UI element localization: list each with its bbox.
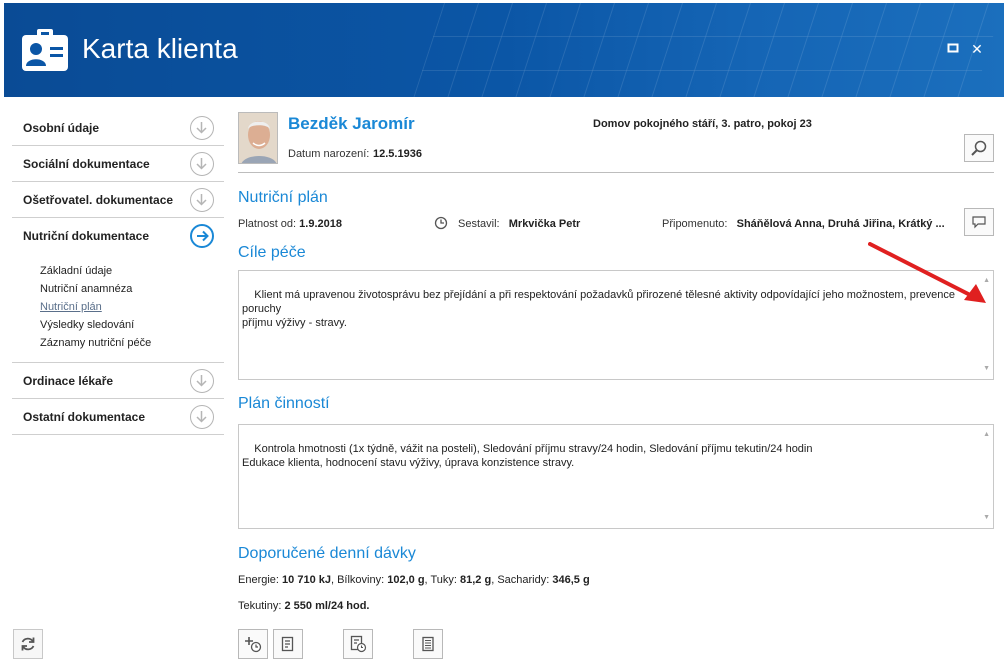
textarea-scrollbar[interactable]: ▲ ▼ (979, 271, 993, 379)
section-title-doporucene-davky: Doporučené denní dávky (238, 545, 416, 562)
edit-document-button[interactable] (273, 629, 303, 659)
chevron-down-icon (190, 116, 214, 140)
plan-reminded: Připomenuto: Sháňělová Anna, Druhá Jiřin… (662, 218, 945, 230)
activities-textarea[interactable]: Kontrola hmotnosti (1x týdně, vážit na p… (238, 424, 994, 529)
sidebar-item-label: Osobní údaje (23, 120, 100, 135)
chevron-down-icon (190, 405, 214, 429)
submenu-zakladni-udaje[interactable]: Základní údaje (40, 262, 224, 280)
refresh-button[interactable] (13, 629, 43, 659)
dose-nutrients: Energie: 10 710 kJ, Bílkoviny: 102,0 g, … (238, 574, 590, 586)
restore-icon[interactable] (945, 41, 961, 57)
sidebar-item-label: Ošetřovatel. dokumentace (23, 192, 174, 207)
client-name: Bezděk Jaromír (288, 114, 415, 133)
sidebar-item-socialni-dokumentace[interactable]: Sociální dokumentace (12, 146, 224, 182)
sidebar-item-label: Ostatní dokumentace (23, 409, 146, 424)
dob-label: Datum narození: (288, 148, 370, 160)
submenu-vysledky-sledovani[interactable]: Výsledky sledování (40, 316, 224, 334)
submenu-nutricni-anamneza[interactable]: Nutriční anamnéza (40, 280, 224, 298)
client-card-icon (22, 29, 68, 71)
plan-author: Sestavil: Mrkvička Petr (458, 218, 581, 230)
client-location: Domov pokojného stáří, 3. patro, pokoj 2… (593, 118, 812, 130)
header-pattern (413, 3, 1004, 97)
goals-text: Klient má upravenou životosprávu bez pře… (242, 289, 955, 329)
sidebar-item-ostatni-dokumentace[interactable]: Ostatní dokumentace (12, 399, 224, 435)
nutrition-submenu: Základní údaje Nutriční anamnéza Nutričn… (12, 254, 224, 363)
sidebar-item-osobni-udaje[interactable]: Osobní údaje (12, 110, 224, 146)
activities-text: Kontrola hmotnosti (1x týdně, vážit na p… (242, 443, 813, 469)
section-title-plan-cinnosti: Plán činností (238, 395, 330, 412)
chevron-down-icon (190, 369, 214, 393)
add-time-icon (245, 637, 262, 653)
plan-validity: Platnost od: 1.9.2018 (238, 218, 342, 230)
comment-icon (972, 216, 986, 229)
clock-icon (434, 216, 448, 230)
print-button[interactable] (413, 629, 443, 659)
close-icon[interactable]: ✕ (969, 41, 985, 57)
document-icon (281, 636, 294, 652)
client-photo (238, 112, 278, 164)
list-document-icon (422, 636, 434, 652)
sidebar-item-label: Nutriční dokumentace (23, 229, 150, 243)
search-button[interactable] (964, 134, 994, 162)
goals-textarea[interactable]: Klient má upravenou životosprávu bez pře… (238, 270, 994, 380)
sidebar-item-nutricni-dokumentace[interactable]: Nutriční dokumentace (12, 218, 224, 254)
submenu-zaznamy-nutricni-pece[interactable]: Záznamy nutriční péče (40, 334, 224, 352)
chevron-down-icon (190, 188, 214, 212)
window-title: Karta klienta (82, 33, 238, 64)
chevron-down-icon (190, 152, 214, 176)
dob-value: 12.5.1936 (373, 148, 422, 160)
arrow-right-icon (190, 224, 214, 248)
refresh-icon (21, 637, 35, 651)
dose-fluids: Tekutiny: 2 550 ml/24 hod. (238, 600, 370, 612)
submenu-nutricni-plan[interactable]: Nutriční plán (40, 298, 224, 316)
sidebar-item-osetrovatel-dokumentace[interactable]: Ošetřovatel. dokumentace (12, 182, 224, 218)
sidebar-item-label: Sociální dokumentace (23, 156, 150, 171)
sidebar-item-ordinace-lekare[interactable]: Ordinace lékaře (12, 363, 224, 399)
history-button[interactable] (343, 629, 373, 659)
textarea-scrollbar[interactable]: ▲ ▼ (979, 425, 993, 528)
add-record-button[interactable] (238, 629, 268, 659)
window-header: Karta klienta ✕ (4, 3, 1004, 97)
header-divider (238, 172, 994, 173)
sidebar: Osobní údaje Sociální dokumentace Ošetřo… (12, 110, 224, 435)
search-icon (971, 140, 987, 156)
section-title-cile-pece: Cíle péče (238, 244, 306, 261)
section-title-nutricni-plan: Nutriční plán (238, 189, 328, 206)
comment-button[interactable] (964, 208, 994, 236)
document-clock-icon (350, 635, 367, 653)
sidebar-item-label: Ordinace lékaře (23, 373, 114, 388)
